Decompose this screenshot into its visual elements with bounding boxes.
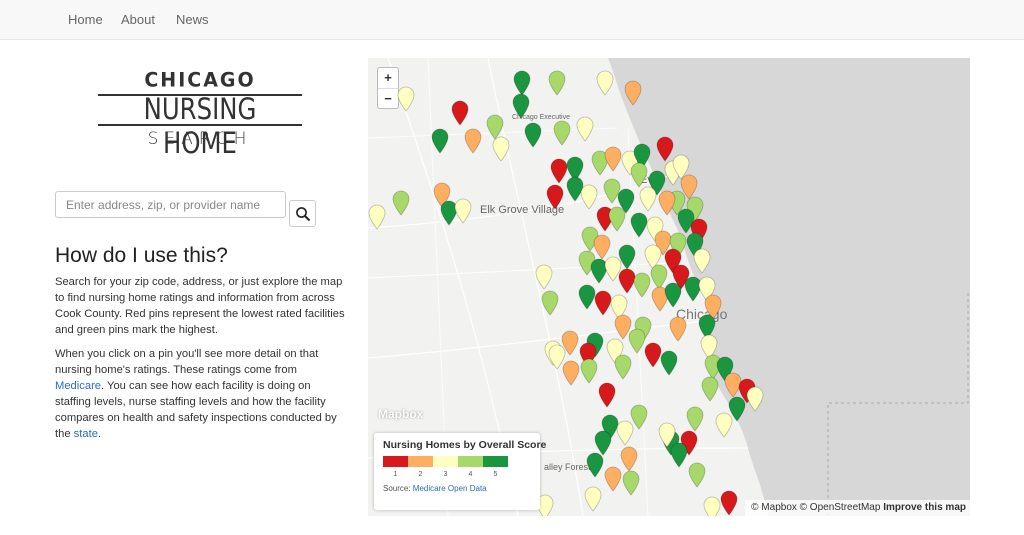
medicare-open-data-link[interactable]: Medicare Open Data bbox=[413, 484, 487, 493]
attribution-text: © Mapbox © OpenStreetMap bbox=[751, 502, 884, 513]
map-pin-score-2[interactable] bbox=[669, 316, 687, 342]
legend-source: Source: Medicare Open Data bbox=[383, 484, 531, 493]
map-label-alley-forest: alley Forest bbox=[544, 462, 591, 472]
map-pin-score-5[interactable] bbox=[664, 282, 682, 308]
map-pin-score-2[interactable] bbox=[604, 466, 622, 492]
medicare-link[interactable]: Medicare bbox=[55, 380, 101, 392]
map-pin-score-1[interactable] bbox=[451, 100, 469, 126]
map-pin-score-3[interactable] bbox=[492, 136, 510, 162]
zoom-in-button[interactable]: + bbox=[378, 68, 398, 88]
logo-rule-bottom bbox=[98, 124, 302, 126]
help-heading: How do I use this? bbox=[55, 244, 228, 267]
map-pin-score-3[interactable] bbox=[639, 186, 657, 212]
legend-swatch-2 bbox=[408, 456, 433, 467]
mapbox-logo: Mapbox bbox=[378, 407, 424, 421]
legend-number-1: 1 bbox=[393, 471, 398, 478]
map-pin-score-4[interactable] bbox=[580, 358, 598, 384]
map-pin-score-2[interactable] bbox=[658, 190, 676, 216]
map-pin-score-4[interactable] bbox=[622, 470, 640, 496]
search-button[interactable] bbox=[289, 200, 316, 227]
logo-main-text: NURSING HOME bbox=[143, 92, 257, 160]
map-pin-score-4[interactable] bbox=[686, 406, 704, 432]
search-input[interactable] bbox=[55, 191, 286, 218]
map-pin-score-5[interactable] bbox=[660, 350, 678, 376]
legend-number-3: 3 bbox=[443, 471, 448, 478]
logo-top-text: CHICAGO bbox=[144, 68, 256, 92]
map-pin-score-5[interactable] bbox=[586, 452, 604, 478]
map-pin-score-2[interactable] bbox=[562, 360, 580, 386]
map-pin-score-5[interactable] bbox=[524, 122, 542, 148]
map-view[interactable]: + − Elk Grove Village Chicago Chicago Ex… bbox=[368, 58, 970, 516]
legend-swatch-4 bbox=[458, 456, 483, 467]
map-pin-score-3[interactable] bbox=[576, 116, 594, 142]
map-pin-score-5[interactable] bbox=[677, 208, 695, 234]
map-pin-score-2[interactable] bbox=[604, 146, 622, 172]
legend-number-2: 2 bbox=[418, 471, 423, 478]
legend-scale-numbers: 1 2 3 4 5 bbox=[383, 471, 531, 478]
map-pin-score-4[interactable] bbox=[630, 404, 648, 430]
map-pin-score-4[interactable] bbox=[688, 462, 706, 488]
legend-number-5: 5 bbox=[493, 471, 498, 478]
map-pin-score-3[interactable] bbox=[397, 86, 415, 112]
map-pin-score-3[interactable] bbox=[596, 70, 614, 96]
map-pin-score-1[interactable] bbox=[720, 490, 738, 516]
map-pin-score-3[interactable] bbox=[715, 412, 733, 438]
legend-title: Nursing Homes by Overall Score bbox=[383, 439, 547, 451]
site-logo: CHICAGO NURSING HOME SEARCH bbox=[96, 68, 304, 160]
map-pin-score-1[interactable] bbox=[598, 382, 616, 408]
legend-swatch-3 bbox=[433, 456, 458, 467]
top-navbar: Home About News bbox=[0, 0, 1024, 40]
map-pin-score-4[interactable] bbox=[608, 206, 626, 232]
help-text: . bbox=[97, 428, 102, 440]
improve-map-link[interactable]: Improve this map bbox=[883, 502, 966, 513]
map-attribution: © Mapbox © OpenStreetMap Improve this ma… bbox=[745, 500, 970, 516]
map-pin-score-3[interactable] bbox=[703, 496, 721, 516]
map-pin-score-4[interactable] bbox=[701, 376, 719, 402]
map-pin-score-3[interactable] bbox=[693, 248, 711, 274]
nav-about-link[interactable]: About bbox=[121, 12, 155, 27]
map-pin-score-4[interactable] bbox=[553, 120, 571, 146]
zoom-control: + − bbox=[377, 67, 399, 109]
map-pin-score-1[interactable] bbox=[546, 184, 564, 210]
map-legend: Nursing Homes by Overall Score 1 2 3 4 5 Sou… bbox=[374, 433, 547, 510]
map-pin-score-3[interactable] bbox=[584, 486, 602, 512]
map-pin-score-4[interactable] bbox=[392, 190, 410, 216]
map-pin-score-4[interactable] bbox=[630, 162, 648, 188]
legend-swatch-5 bbox=[483, 456, 508, 467]
map-pin-score-2[interactable] bbox=[624, 80, 642, 106]
map-pin-score-3[interactable] bbox=[368, 204, 386, 230]
map-pin-score-2[interactable] bbox=[464, 128, 482, 154]
help-paragraph-1: Search for your zip code, address, or ju… bbox=[55, 276, 345, 336]
legend-source-prefix: Source: bbox=[383, 484, 413, 493]
legend-number-4: 4 bbox=[468, 471, 473, 478]
nav-news-link[interactable]: News bbox=[176, 12, 209, 27]
state-link[interactable]: state bbox=[74, 428, 98, 440]
help-text: When you click on a pin you'll see more … bbox=[55, 348, 319, 376]
help-paragraph-2: When you click on a pin you'll see more … bbox=[55, 346, 345, 442]
map-pin-score-4[interactable] bbox=[548, 70, 566, 96]
map-pin-score-3[interactable] bbox=[746, 386, 764, 412]
map-pin-score-4[interactable] bbox=[614, 354, 632, 380]
zoom-out-button[interactable]: − bbox=[378, 88, 398, 108]
map-pin-score-5[interactable] bbox=[512, 93, 530, 119]
map-pin-score-4[interactable] bbox=[633, 272, 651, 298]
search-icon bbox=[296, 207, 311, 222]
map-pin-score-4[interactable] bbox=[541, 290, 559, 316]
map-pin-score-2[interactable] bbox=[620, 446, 638, 472]
map-pin-score-5[interactable] bbox=[431, 128, 449, 154]
nav-home-link[interactable]: Home bbox=[68, 12, 103, 27]
map-pin-score-3[interactable] bbox=[454, 198, 472, 224]
map-pin-score-3[interactable] bbox=[535, 264, 553, 290]
legend-swatches bbox=[383, 456, 531, 467]
legend-swatch-1 bbox=[383, 456, 408, 467]
map-pin-score-5[interactable] bbox=[670, 442, 688, 468]
